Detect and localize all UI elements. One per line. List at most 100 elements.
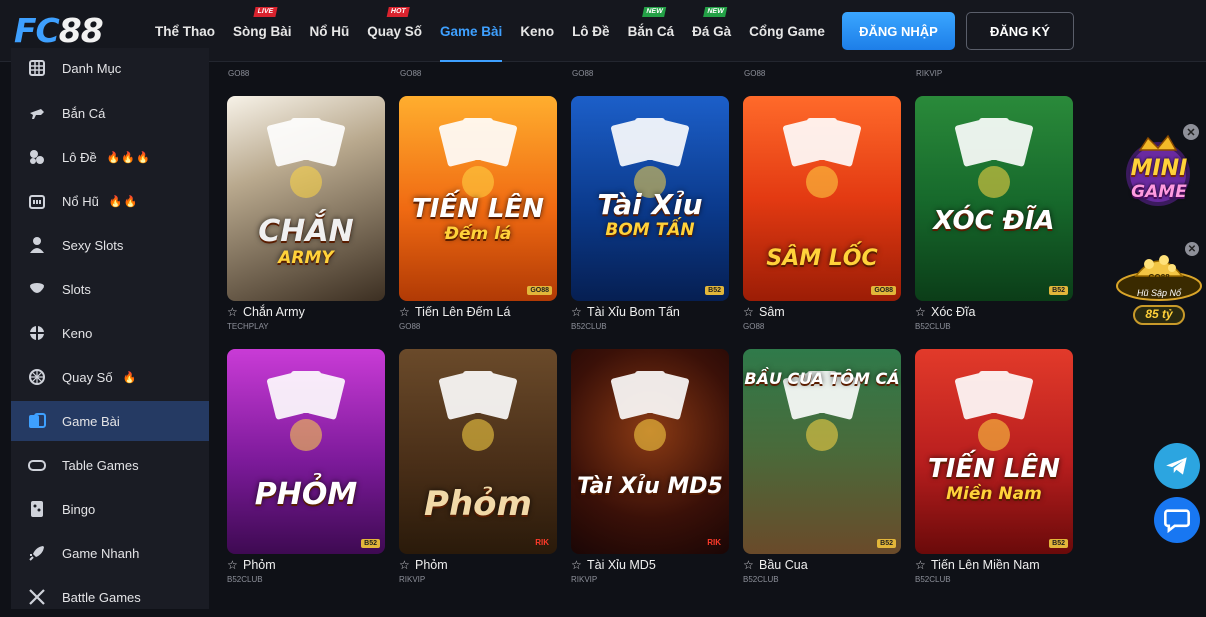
game-thumbnail[interactable]: BẦU CUA TÔM CÁ B52 [743, 349, 901, 554]
sidebar-item[interactable]: Danh Mục [11, 48, 209, 88]
game-provider: RIKVIP [399, 575, 426, 584]
nav-item[interactable]: Đá Gà NEW [683, 0, 740, 62]
game-card[interactable]: Phỏm RIK ☆ Phỏm RIKVIP [399, 349, 557, 584]
brand-logo-badge: GO88 [527, 286, 552, 295]
favorite-star-icon[interactable]: ☆ [571, 558, 583, 572]
game-thumbnail[interactable]: Tài Xỉu BOM TẤN B52 [571, 96, 729, 301]
nav-item[interactable]: Sòng Bài LIVE [224, 0, 301, 62]
nav-item[interactable]: Nổ Hũ [301, 0, 359, 62]
game-art-subtitle: Miền Nam [946, 484, 1042, 504]
logo-text-fc: FC [14, 11, 60, 50]
sidebar-item[interactable]: Slots [11, 269, 209, 309]
game-card[interactable]: BẦU CUA TÔM CÁ B52 ☆ Bầu Cua B52CLUB [743, 349, 901, 584]
nav-badge: LIVE [253, 7, 278, 17]
favorite-star-icon[interactable]: ☆ [399, 305, 411, 319]
register-button[interactable]: ĐĂNG KÝ [966, 12, 1074, 50]
grid-icon [26, 58, 48, 78]
game-name: Sâm [759, 305, 785, 319]
game-thumbnail[interactable]: TIẾN LÊN Miền Nam B52 [915, 349, 1073, 554]
sidebar-item[interactable]: Keno [11, 313, 209, 353]
telegram-button[interactable] [1154, 443, 1200, 489]
favorite-star-icon[interactable]: ☆ [915, 558, 927, 572]
close-mini-game-button[interactable]: ✕ [1183, 124, 1199, 140]
game-thumbnail[interactable]: CHẮN ARMY [227, 96, 385, 301]
sidebar-item-label: Nổ Hũ [62, 193, 99, 209]
nav-item[interactable]: Quay Số HOT [358, 0, 431, 62]
nav-item[interactable]: Cổng Game [740, 0, 834, 62]
game-provider: B52CLUB [571, 322, 607, 331]
sidebar-item[interactable]: Quay Số 🔥 [11, 357, 209, 397]
hot-flame-icon: 🔥🔥🔥 [106, 151, 151, 164]
nav-item[interactable]: Keno [511, 0, 563, 62]
mini-game-widget[interactable]: MINI GAME [1114, 128, 1204, 214]
login-button[interactable]: ĐĂNG NHẬP [842, 12, 955, 50]
chat-bubble-icon [1164, 509, 1190, 534]
sidebar-item[interactable]: Nổ Hũ 🔥🔥 [11, 181, 209, 221]
nav-item-label: Cổng Game [749, 23, 825, 39]
sidebar-item[interactable]: Lô Đề 🔥🔥🔥 [11, 137, 209, 177]
brand-logo-badge: GO88 [871, 286, 896, 295]
logo-text-88: 88 [58, 11, 104, 50]
favorite-star-icon[interactable]: ☆ [571, 305, 583, 319]
game-thumbnail[interactable]: XÓC ĐĨA B52 [915, 96, 1073, 301]
mini-game-line1: MINI [1130, 156, 1188, 181]
nav-item[interactable]: Bắn Cá NEW [619, 0, 684, 62]
favorite-star-icon[interactable]: ☆ [743, 305, 755, 319]
table-icon [26, 455, 48, 475]
favorite-star-icon[interactable]: ☆ [743, 558, 755, 572]
game-name: Bầu Cua [759, 558, 808, 572]
sidebar-item[interactable]: Bingo [11, 489, 209, 529]
favorite-star-icon[interactable]: ☆ [915, 305, 927, 319]
game-card[interactable]: SÂM LỐC GO88 ☆ Sâm GO88 [743, 96, 901, 331]
game-provider: GO88 [399, 322, 421, 331]
sidebar-item-label: Battle Games [62, 589, 141, 605]
live-chat-button[interactable] [1154, 497, 1200, 543]
sidebar-item[interactable]: Bắn Cá [11, 93, 209, 133]
game-thumbnail[interactable]: TIẾN LÊN Đếm lá GO88 [399, 96, 557, 301]
game-grid: GO88 GO88 GO88 GO88 RIKVIP CHẮN ARMY ☆ Chắn… [209, 62, 1099, 609]
hot-flame-icon: 🔥 [122, 371, 138, 384]
game-name-row: ☆ Tài Xỉu Bom Tấn [571, 305, 729, 319]
game-thumbnail[interactable]: Phỏm RIK [399, 349, 557, 554]
game-card[interactable]: XÓC ĐĨA B52 ☆ Xóc Đĩa B52CLUB [915, 96, 1073, 331]
game-name-row: ☆ Tiến Lên Đếm Lá [399, 305, 557, 319]
game-thumbnail[interactable]: SÂM LỐC GO88 [743, 96, 901, 301]
jackpot-widget[interactable]: GO88 Hũ Sập Nổ 85 tỷ [1114, 246, 1204, 330]
game-card[interactable]: TIẾN LÊN Đếm lá GO88 ☆ Tiến Lên Đếm Lá GO88 [399, 96, 557, 331]
favorite-star-icon[interactable]: ☆ [227, 305, 239, 319]
game-card[interactable]: TIẾN LÊN Miền Nam B52 ☆ Tiến Lên Miền Nam B52… [915, 349, 1073, 584]
game-card[interactable]: PHỎM B52 ☆ Phỏm B52CLUB [227, 349, 385, 584]
close-jackpot-button[interactable]: ✕ [1185, 242, 1199, 256]
sidebar-item[interactable]: Table Games [11, 445, 209, 485]
game-art-title: TIẾN LÊN [411, 194, 545, 224]
sidebar-item[interactable]: Sexy Slots [11, 225, 209, 265]
sidebar-item-label: Keno [62, 325, 93, 341]
category-sidebar: Danh Mục Bắn Cá Lô Đề 🔥🔥🔥 Nổ Hũ 🔥🔥 Sexy Slots S… [11, 48, 209, 609]
favorite-star-icon[interactable]: ☆ [399, 558, 411, 572]
sidebar-item-label: Game Nhanh [62, 545, 140, 561]
nav-item[interactable]: Game Bài [431, 0, 511, 62]
nav-item-label: Game Bài [440, 23, 503, 39]
jackpot-amount: 85 tỷ [1145, 307, 1173, 321]
game-name-row: ☆ Bầu Cua [743, 558, 901, 572]
game-thumbnail[interactable]: PHỎM B52 [227, 349, 385, 554]
nav-item[interactable]: Lô Đề [563, 0, 619, 62]
favorite-star-icon[interactable]: ☆ [227, 558, 239, 572]
game-provider: GO88 [743, 322, 765, 331]
game-card[interactable]: CHẮN ARMY ☆ Chắn Army TECHPLAY [227, 96, 385, 331]
game-card[interactable]: Tài Xỉu MD5 RIK ☆ Tài Xỉu MD5 RIKVIP [571, 349, 729, 584]
provider-label: GO88 [400, 69, 422, 78]
game-card[interactable]: Tài Xỉu BOM TẤN B52 ☆ Tài Xỉu Bom Tấn B52CLUB [571, 96, 729, 331]
provider-label: RIKVIP [916, 69, 943, 78]
fc88-logo[interactable]: FC88 [14, 11, 104, 50]
sidebar-item[interactable]: Game Bài [11, 401, 209, 441]
brand-logo-badge: B52 [1049, 539, 1068, 548]
game-thumbnail[interactable]: Tài Xỉu MD5 RIK [571, 349, 729, 554]
game-name-row: ☆ Tài Xỉu MD5 [571, 558, 729, 572]
playing-cards-art-icon [267, 118, 345, 198]
nav-item-label: Bắn Cá [627, 23, 675, 39]
sidebar-item[interactable]: Game Nhanh [11, 533, 209, 573]
nav-badge: HOT [386, 7, 410, 17]
bingo-icon [26, 499, 48, 519]
sidebar-item[interactable]: Battle Games [11, 577, 209, 617]
